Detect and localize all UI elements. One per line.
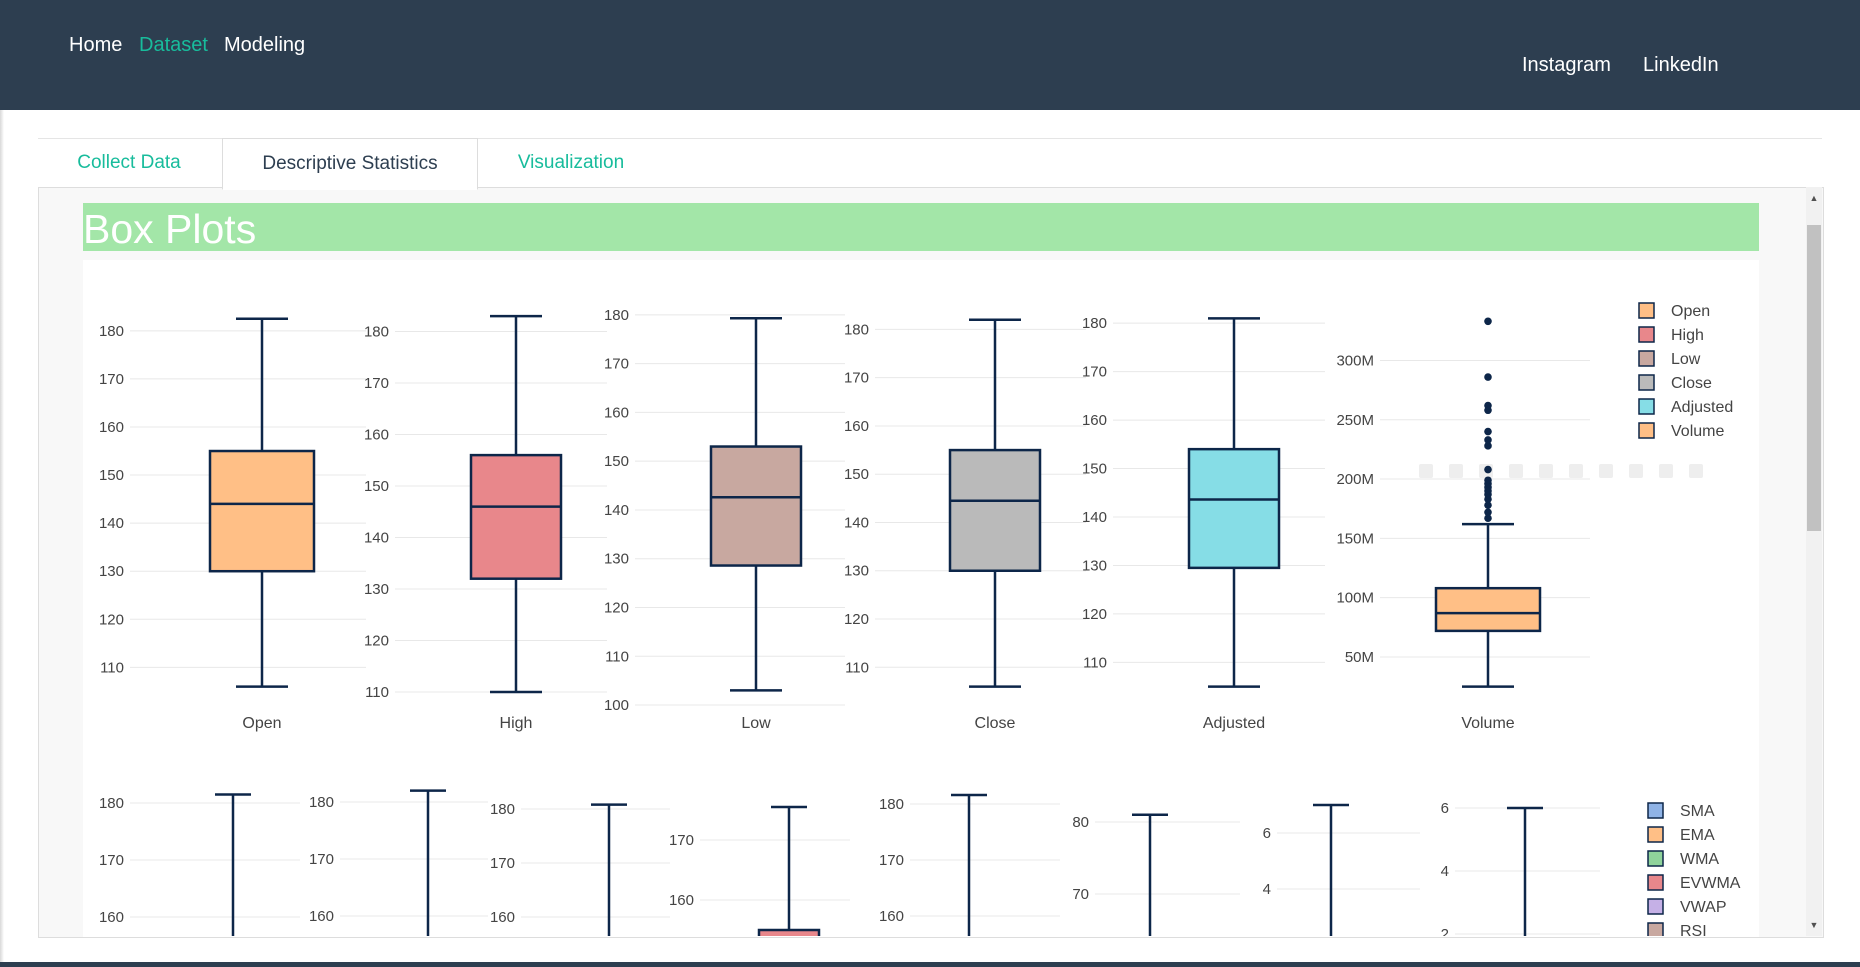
panel-heading: Box Plots [83, 203, 1759, 252]
zoom-out-icon[interactable] [1599, 464, 1613, 478]
camera-icon[interactable] [1419, 464, 1433, 478]
tab-collect-data[interactable]: Collect Data [38, 138, 220, 188]
nav-instagram-link[interactable]: Instagram [1522, 54, 1611, 77]
box-select-icon[interactable] [1509, 464, 1523, 478]
lasso-icon[interactable] [1539, 464, 1553, 478]
nav-home-link[interactable]: Home [69, 34, 122, 57]
autoscale-icon[interactable] [1629, 464, 1643, 478]
plot-area [83, 260, 1759, 937]
plot-modebar[interactable] [1419, 464, 1719, 478]
navbar: Home Dataset Modeling Instagram LinkedIn [0, 0, 1860, 110]
scrollbar-thumb[interactable] [1807, 225, 1821, 531]
nav-linkedin-link[interactable]: LinkedIn [1643, 54, 1719, 77]
tab-visualization[interactable]: Visualization [476, 138, 666, 188]
pan-icon[interactable] [1479, 464, 1493, 478]
vertical-scrollbar[interactable]: ▲ ▼ [1806, 187, 1822, 936]
nav-dataset-link[interactable]: Dataset [139, 34, 208, 57]
page-edge-shadow [0, 110, 4, 967]
plotly-logo-icon[interactable] [1689, 464, 1703, 478]
nav-modeling-link[interactable]: Modeling [224, 34, 305, 57]
scroll-down-arrow-icon[interactable]: ▼ [1806, 917, 1822, 933]
zoom-in-icon[interactable] [1569, 464, 1583, 478]
panel-title: Box Plots [83, 206, 257, 252]
box-plots-panel: Box Plots [38, 187, 1824, 938]
bottom-frame-strip [0, 962, 1860, 967]
tab-descriptive-statistics[interactable]: Descriptive Statistics [222, 138, 478, 190]
zoom-icon[interactable] [1449, 464, 1463, 478]
reset-axes-icon[interactable] [1659, 464, 1673, 478]
scroll-up-arrow-icon[interactable]: ▲ [1806, 190, 1822, 206]
